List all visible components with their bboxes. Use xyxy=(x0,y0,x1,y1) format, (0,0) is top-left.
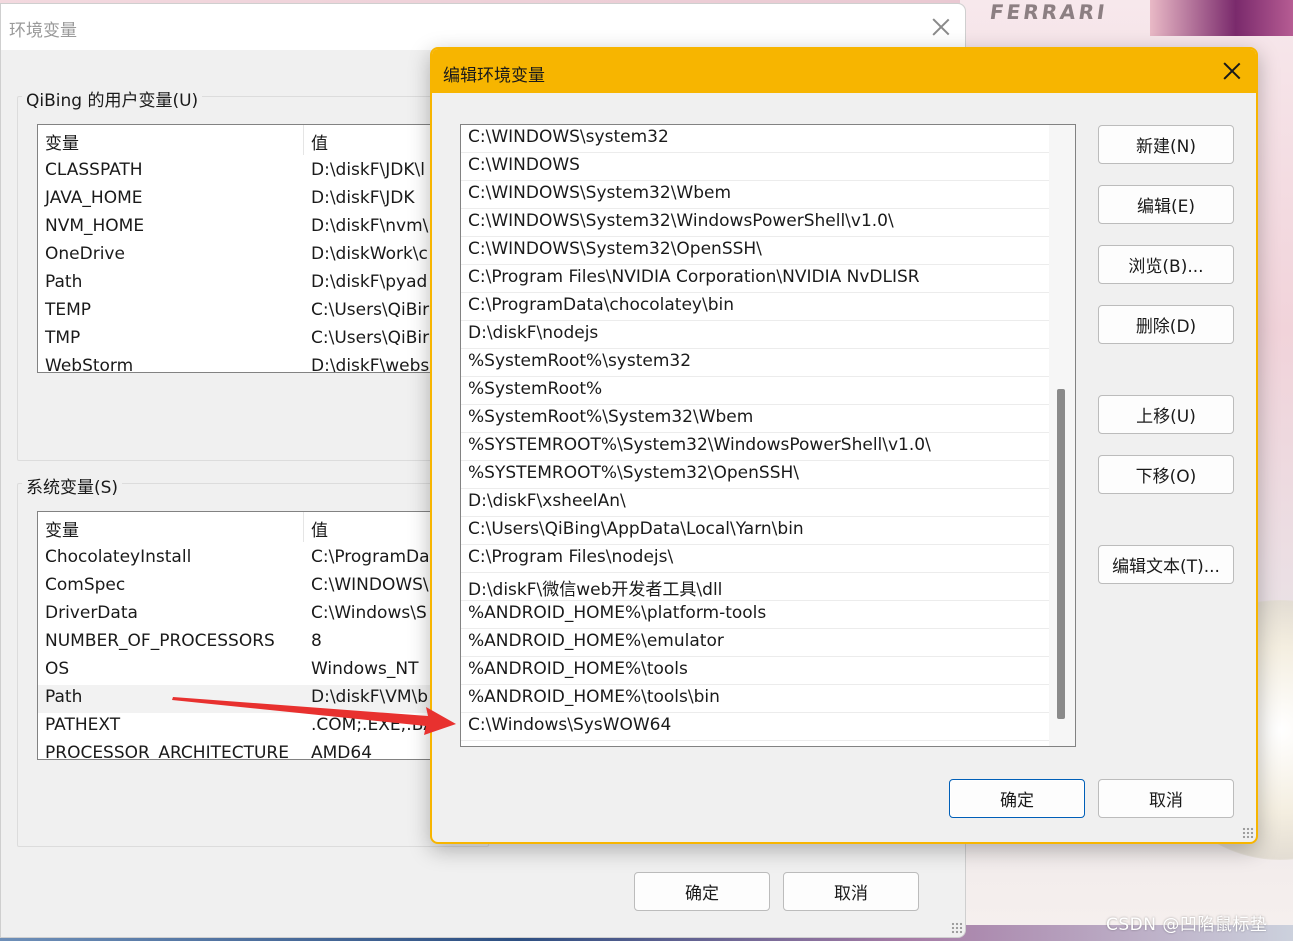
list-item[interactable]: JAVA_HOME D:\diskF\JDK xyxy=(38,186,488,214)
edit-titlebar[interactable]: 编辑环境变量 xyxy=(432,49,1256,93)
list-item[interactable]: ChocolateyInstall C:\ProgramDa xyxy=(38,545,488,573)
column-header-variable[interactable]: 变量 xyxy=(45,516,79,541)
path-item[interactable]: %SystemRoot% xyxy=(461,377,1049,405)
list-item[interactable]: CLASSPATH D:\diskF\JDK\l xyxy=(38,158,488,186)
path-list[interactable]: C:\WINDOWS\system32 C:\WINDOWS C:\WINDOW… xyxy=(460,124,1076,747)
edit-dialog-title: 编辑环境变量 xyxy=(443,66,545,86)
edit-button[interactable]: 编辑(E) xyxy=(1098,185,1234,224)
main-ok-button[interactable]: 确定 xyxy=(634,872,770,911)
edit-ok-button[interactable]: 确定 xyxy=(949,779,1085,818)
browse-button[interactable]: 浏览(B)... xyxy=(1098,245,1234,284)
list-item-selected[interactable]: Path D:\diskF\VM\b xyxy=(38,685,488,713)
list-item[interactable]: NUMBER_OF_PROCESSORS 8 xyxy=(38,629,488,657)
path-item[interactable]: D:\diskF\微信web开发者工具\dll xyxy=(461,573,1049,601)
path-item[interactable]: %ANDROID_HOME%\platform-tools xyxy=(461,601,1049,629)
path-item[interactable]: %SystemRoot%\System32\Wbem xyxy=(461,405,1049,433)
path-item[interactable]: %ANDROID_HOME%\tools xyxy=(461,657,1049,685)
edit-environment-variable-dialog: 编辑环境变量 C:\WINDOWS\system32 C:\WINDOWS C:… xyxy=(430,47,1258,844)
edit-close-icon[interactable] xyxy=(1222,61,1242,81)
main-window-title: 环境变量 xyxy=(9,21,77,41)
list-item[interactable]: OneDrive D:\diskWork\c xyxy=(38,242,488,270)
path-item[interactable]: C:\WINDOWS\System32\OpenSSH\ xyxy=(461,237,1049,265)
user-vars-list[interactable]: 变量 值 CLASSPATH D:\diskF\JDK\l JAVA_HOME D:… xyxy=(37,124,489,373)
main-cancel-button[interactable]: 取消 xyxy=(783,872,919,911)
move-down-button[interactable]: 下移(O) xyxy=(1098,455,1234,494)
list-item[interactable]: DriverData C:\Windows\S xyxy=(38,601,488,629)
list-item[interactable]: Path D:\diskF\pyad xyxy=(38,270,488,298)
new-button[interactable]: 新建(N) xyxy=(1098,125,1234,164)
column-header-value[interactable]: 值 xyxy=(311,516,328,541)
delete-button[interactable]: 删除(D) xyxy=(1098,305,1234,344)
path-item[interactable]: C:\WINDOWS\system32 xyxy=(461,125,1049,153)
main-titlebar[interactable]: 环境变量 xyxy=(1,4,965,50)
path-item[interactable]: C:\Program Files\NVIDIA Corporation\NVID… xyxy=(461,265,1049,293)
path-item[interactable]: C:\WINDOWS xyxy=(461,153,1049,181)
column-header-variable[interactable]: 变量 xyxy=(45,129,79,154)
path-item[interactable]: C:\Windows\SysWOW64 xyxy=(461,713,1049,741)
path-item[interactable]: C:\Program Files\nodejs\ xyxy=(461,545,1049,573)
system-vars-header: 变量 值 xyxy=(38,512,488,542)
path-item[interactable]: %ANDROID_HOME%\tools\bin xyxy=(461,685,1049,713)
path-list-scroll-thumb[interactable] xyxy=(1057,389,1065,719)
path-item[interactable]: %ANDROID_HOME%\emulator xyxy=(461,629,1049,657)
move-up-button[interactable]: 上移(U) xyxy=(1098,395,1234,434)
list-item[interactable]: TEMP C:\Users\QiBir xyxy=(38,298,488,326)
wallpaper-logo: FERRARI xyxy=(988,0,1110,24)
column-header-value[interactable]: 值 xyxy=(311,129,328,154)
path-item[interactable]: C:\ProgramData\chocolatey\bin xyxy=(461,293,1049,321)
column-separator[interactable] xyxy=(303,512,304,542)
wallpaper-accent xyxy=(1150,0,1293,36)
edit-text-button[interactable]: 编辑文本(T)... xyxy=(1098,545,1234,584)
path-item[interactable]: C:\Users\QiBing\AppData\Local\Yarn\bin xyxy=(461,517,1049,545)
list-item[interactable]: WebStorm D:\diskF\webs xyxy=(38,354,488,372)
list-item[interactable]: ComSpec C:\WINDOWS\ xyxy=(38,573,488,601)
path-item[interactable]: C:\WINDOWS\System32\WindowsPowerShell\v1… xyxy=(461,209,1049,237)
list-item[interactable]: PATHEXT .COM;.EXE;.BA xyxy=(38,713,488,741)
path-item[interactable]: C:\WINDOWS\System32\Wbem xyxy=(461,181,1049,209)
list-item[interactable]: PROCESSOR_ARCHITECTURE AMD64 xyxy=(38,741,488,759)
path-item[interactable]: %SYSTEMROOT%\System32\OpenSSH\ xyxy=(461,461,1049,489)
edit-cancel-button[interactable]: 取消 xyxy=(1098,779,1234,818)
main-close-icon[interactable] xyxy=(931,17,951,37)
csdn-watermark: CSDN @凹陷鼠标垫 xyxy=(1106,915,1268,935)
resize-grip-icon[interactable] xyxy=(1242,827,1254,839)
user-vars-header: 变量 值 xyxy=(38,125,488,155)
list-item[interactable]: OS Windows_NT xyxy=(38,657,488,685)
user-vars-group-label: QiBing 的用户变量(U) xyxy=(22,86,203,111)
path-item[interactable]: %SYSTEMROOT%\System32\WindowsPowerShell\… xyxy=(461,433,1049,461)
path-item[interactable]: %SystemRoot%\system32 xyxy=(461,349,1049,377)
list-item[interactable]: TMP C:\Users\QiBir xyxy=(38,326,488,354)
list-item[interactable]: NVM_HOME D:\diskF\nvm\ xyxy=(38,214,488,242)
path-item[interactable]: D:\diskF\xsheelAn\ xyxy=(461,489,1049,517)
column-separator[interactable] xyxy=(303,125,304,155)
resize-grip-icon[interactable] xyxy=(951,922,963,934)
system-vars-list[interactable]: 变量 值 ChocolateyInstall C:\ProgramDa ComSp… xyxy=(37,511,489,760)
path-item[interactable]: D:\diskF\nodejs xyxy=(461,321,1049,349)
system-vars-group-label: 系统变量(S) xyxy=(22,473,123,498)
